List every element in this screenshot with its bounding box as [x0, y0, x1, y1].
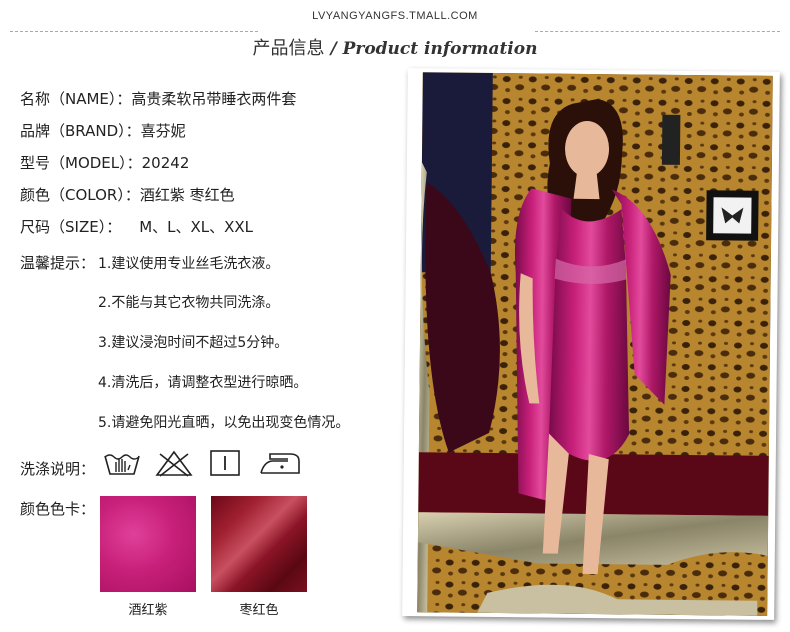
info-label: 品牌（BRAND）：	[20, 122, 141, 140]
section-title: 产品信息 / Product information	[0, 34, 790, 60]
info-value: 20242	[141, 154, 190, 172]
swatch-wine-purple	[100, 496, 196, 592]
tip-item: 5.请避免阳光直晒，以免出现变色情况。	[98, 415, 350, 431]
care-icons	[102, 448, 302, 478]
tip-item: 3.建议浸泡时间不超过5分钟。	[98, 335, 289, 351]
care-label: 洗涤说明：	[20, 460, 96, 478]
title-separator: /	[324, 39, 343, 59]
tip-item: 2.不能与其它衣物共同洗涤。	[98, 295, 280, 311]
tip-item: 1.建议使用专业丝毛洗衣液。	[98, 256, 280, 272]
info-row-name: 名称（NAME）：高贵柔软吊带睡衣两件套	[20, 88, 296, 109]
info-label: 尺码（SIZE）：	[20, 218, 122, 236]
swatch-label: 枣红色	[239, 603, 279, 618]
info-value: M、L、XL、XXL	[139, 218, 254, 236]
swatches-label: 颜色色卡：	[20, 500, 96, 518]
tip-item: 4.清洗后，请调整衣型进行晾晒。	[98, 375, 308, 391]
info-value: 喜芬妮	[140, 122, 186, 140]
info-value: 高贵柔软吊带睡衣两件套	[131, 90, 297, 108]
info-label: 颜色（COLOR）：	[20, 186, 140, 204]
info-label: 型号（MODEL）：	[20, 154, 142, 172]
model-photo-image	[417, 72, 773, 616]
title-en: Product information	[342, 39, 538, 59]
hand-wash-icon	[104, 454, 140, 475]
swatch-label: 酒红紫	[128, 603, 168, 618]
info-row-model: 型号（MODEL）：20242	[20, 152, 189, 173]
title-divider-right	[535, 31, 780, 32]
product-photo-frame	[402, 68, 780, 620]
product-photo	[417, 72, 773, 616]
info-row-size: 尺码（SIZE）： M、L、XL、XXL	[20, 216, 253, 237]
store-url: LVYANGYANGFS.TMALL.COM	[312, 10, 478, 22]
low-iron-icon	[260, 453, 300, 474]
info-label: 名称（NAME）：	[20, 90, 132, 108]
no-bleach-icon	[155, 450, 193, 477]
line-dry-icon	[210, 450, 240, 476]
info-row-brand: 品牌（BRAND）：喜芬妮	[20, 120, 186, 141]
title-cn: 产品信息	[252, 38, 325, 59]
tips-label: 温馨提示：	[20, 254, 96, 272]
title-divider-left	[10, 31, 258, 32]
swatch-jujube-red	[211, 496, 307, 592]
info-value: 酒红紫 枣红色	[139, 186, 235, 204]
info-row-color: 颜色（COLOR）：酒红紫 枣红色	[20, 184, 235, 205]
